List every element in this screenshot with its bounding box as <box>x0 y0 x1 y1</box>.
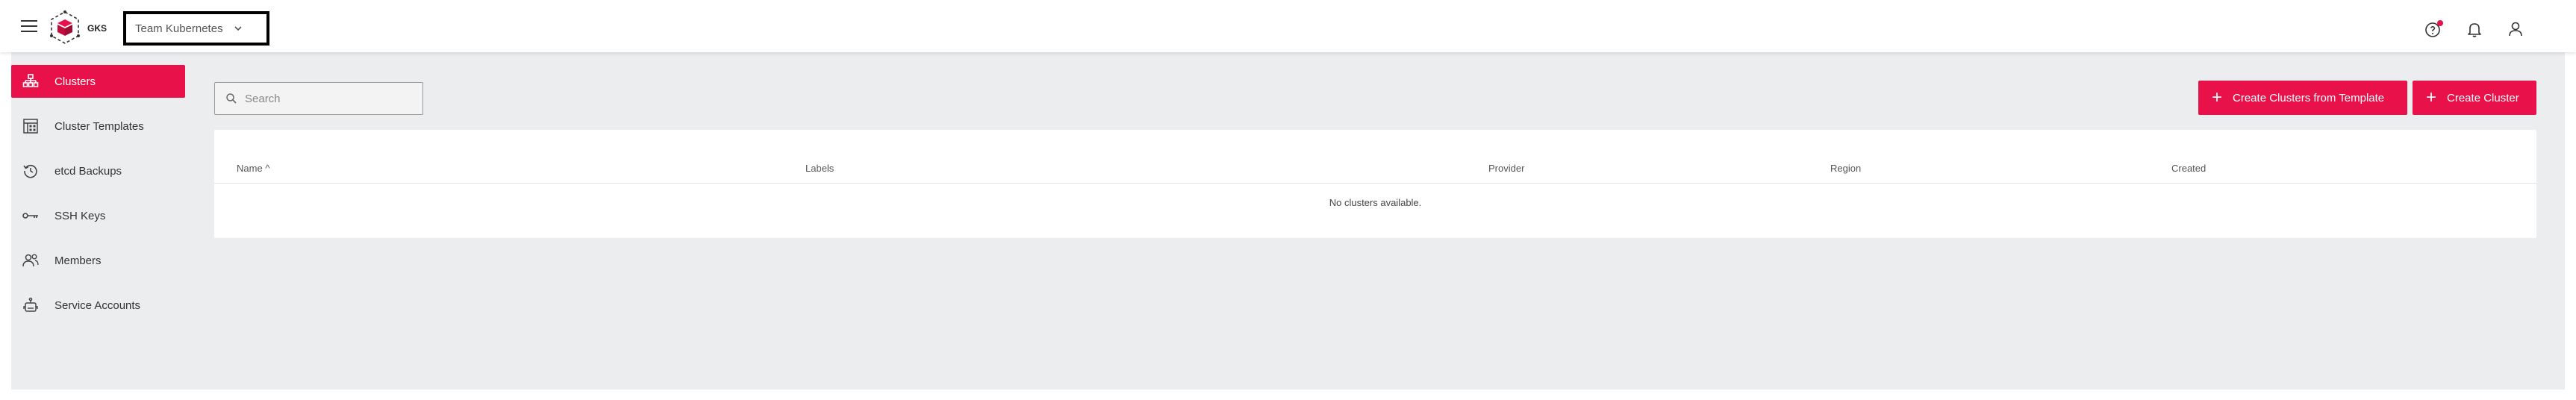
members-icon <box>22 251 40 269</box>
sidebar-item-label: Cluster Templates <box>54 119 144 133</box>
search-field[interactable] <box>214 82 423 115</box>
notification-dot <box>2437 20 2443 26</box>
create-cluster-button[interactable]: + Create Cluster <box>2413 81 2536 115</box>
sidebar-item-members[interactable]: Members <box>11 244 185 277</box>
robot-icon <box>22 296 40 314</box>
project-select-value: Team Kubernetes <box>135 22 223 35</box>
main-area: Clusters Cluster Templates etcd Backups … <box>11 52 2565 390</box>
sidebar-item-label: etcd Backups <box>54 164 122 178</box>
bell-icon <box>2468 23 2481 37</box>
table-header: Name ^ Labels Provider Region Created <box>214 154 2536 184</box>
column-header-region: Region <box>1830 163 1862 174</box>
help-button[interactable] <box>2424 19 2443 39</box>
menu-icon[interactable] <box>21 20 39 34</box>
create-cluster-label: Create Cluster <box>2447 91 2519 104</box>
sidebar-item-service-accounts[interactable]: Service Accounts <box>11 289 185 322</box>
logo-icon[interactable] <box>46 9 84 46</box>
column-header-name[interactable]: Name ^ <box>237 163 269 174</box>
app-root: GKS Team Kubernetes Clusters Cluster Tem… <box>0 0 2576 400</box>
project-select[interactable]: Team Kubernetes <box>123 11 269 46</box>
column-header-provider: Provider <box>1488 163 1525 174</box>
plus-icon: + <box>2426 87 2437 107</box>
chevron-down-icon <box>234 26 242 31</box>
notifications-button[interactable] <box>2465 19 2484 39</box>
key-icon <box>22 207 40 225</box>
top-bar: GKS Team Kubernetes <box>0 0 2576 52</box>
sidebar-item-label: Clusters <box>54 75 96 88</box>
account-button[interactable] <box>2506 19 2525 39</box>
search-input[interactable] <box>245 92 409 105</box>
create-clusters-from-template-button[interactable]: + Create Clusters from Template <box>2198 81 2407 115</box>
search-icon <box>226 93 237 104</box>
cluster-templates-icon <box>22 117 40 135</box>
logo-text: GKS <box>87 23 107 34</box>
clusters-icon <box>22 72 40 90</box>
sidebar-item-cluster-templates[interactable]: Cluster Templates <box>11 110 185 143</box>
create-clusters-from-template-label: Create Clusters from Template <box>2233 91 2385 104</box>
sidebar-item-label: Service Accounts <box>54 299 141 312</box>
sidebar-item-etcd-backups[interactable]: etcd Backups <box>11 154 185 187</box>
history-icon <box>22 162 40 180</box>
sort-asc-icon: ^ <box>265 163 270 174</box>
sidebar-item-ssh-keys[interactable]: SSH Keys <box>11 199 185 232</box>
plus-icon: + <box>2212 87 2223 107</box>
user-icon <box>2509 22 2522 37</box>
empty-state-message: No clusters available. <box>1329 197 1422 208</box>
sidebar-item-label: SSH Keys <box>54 209 106 222</box>
sidebar-item-clusters[interactable]: Clusters <box>11 65 185 98</box>
clusters-table: Name ^ Labels Provider Region Created No… <box>214 130 2536 238</box>
column-header-created: Created <box>2171 163 2207 174</box>
column-header-label: Name <box>237 163 263 174</box>
sidebar: Clusters Cluster Templates etcd Backups … <box>11 65 185 334</box>
sidebar-item-label: Members <box>54 254 102 267</box>
column-header-labels: Labels <box>805 163 835 174</box>
